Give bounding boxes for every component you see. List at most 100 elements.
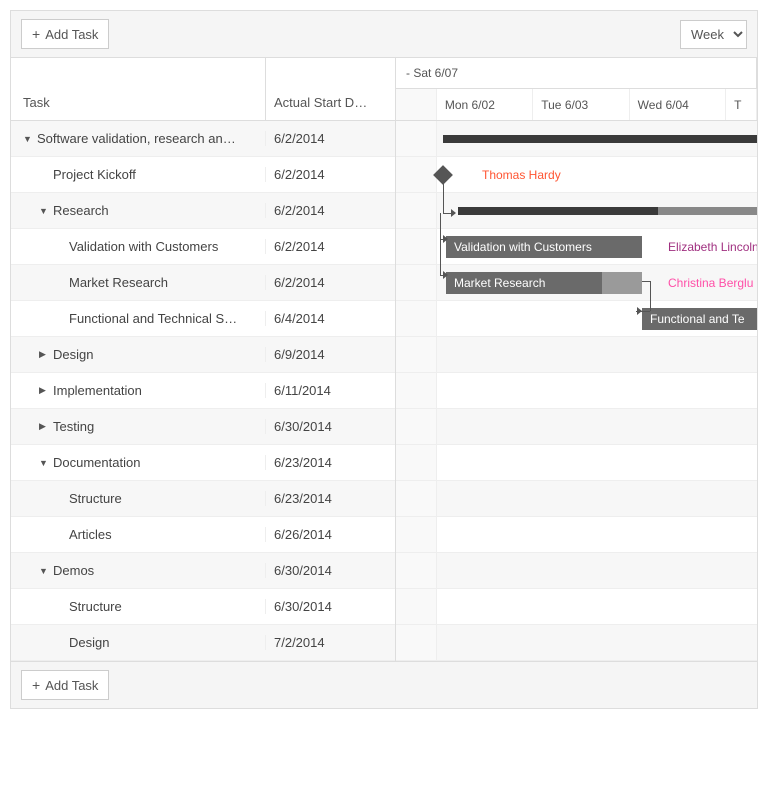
chevron-right-icon[interactable]: ▶: [39, 385, 49, 396]
dependency-line: [443, 173, 444, 213]
task-cell: ▼ Documentation: [11, 455, 266, 470]
task-date: 6/2/2014: [266, 203, 395, 218]
chart-row: [396, 517, 757, 553]
task-name: Structure: [69, 491, 122, 506]
chevron-right-icon[interactable]: ▶: [39, 421, 49, 432]
task-cell: ▼ Demos: [11, 563, 266, 578]
task-date: 6/30/2014: [266, 599, 395, 614]
task-row[interactable]: Design7/2/2014: [11, 625, 395, 661]
task-name: Structure: [69, 599, 122, 614]
task-name: Market Research: [69, 275, 168, 290]
task-name: Design: [53, 347, 93, 362]
chart-row: [396, 625, 757, 661]
task-cell: Structure: [11, 491, 266, 506]
task-cell: ▶Testing: [11, 419, 266, 434]
task-name: Research: [53, 203, 109, 218]
task-cell: Design: [11, 635, 266, 650]
gantt-container: + Add Task Week Task Actual Start D… ▼So…: [0, 0, 770, 798]
summary-bar[interactable]: [443, 135, 757, 143]
chevron-down-icon[interactable]: ▼: [39, 206, 49, 216]
task-row[interactable]: ▼Software validation, research an…6/2/20…: [11, 121, 395, 157]
chart-row: [396, 337, 757, 373]
column-headers: Task Actual Start D…: [11, 58, 395, 121]
task-row[interactable]: Structure 6/30/2014: [11, 589, 395, 625]
task-row[interactable]: ▶ Design 6/9/2014: [11, 337, 395, 373]
task-row[interactable]: ▼Documentation6/23/2014: [11, 445, 395, 481]
weekend-shade: [396, 229, 437, 264]
task-row[interactable]: Project Kickoff6/2/2014: [11, 157, 395, 193]
weekend-shade: [396, 301, 437, 336]
task-name: Design: [69, 635, 109, 650]
dependency-arrow-icon: [637, 307, 642, 315]
task-date: 6/11/2014: [266, 383, 395, 398]
weekend-shade: [396, 157, 437, 192]
chart-row: [396, 409, 757, 445]
column-header-task[interactable]: Task: [11, 58, 266, 120]
task-name: Validation with Customers: [69, 239, 218, 254]
footer: + Add Task: [11, 661, 757, 708]
task-row[interactable]: Validation with Customers6/2/2014: [11, 229, 395, 265]
gantt-body: Task Actual Start D… ▼Software validatio…: [11, 57, 757, 661]
chevron-right-icon[interactable]: ▶: [39, 349, 49, 360]
task-cell: Functional and Technical S…: [11, 311, 266, 326]
chart-row: [396, 553, 757, 589]
weekend-shade: [396, 193, 437, 228]
task-row[interactable]: ▶Testing6/30/2014: [11, 409, 395, 445]
resource-label: Elizabeth Lincoln: [668, 240, 757, 254]
day-header: Tue 6/03: [533, 89, 629, 120]
task-name: Demos: [53, 563, 94, 578]
task-date: 6/2/2014: [266, 275, 395, 290]
task-date: 6/9/2014: [266, 347, 395, 362]
task-bar-label: Validation with Customers: [454, 240, 592, 254]
chart-row: [396, 481, 757, 517]
chevron-down-icon[interactable]: ▼: [39, 458, 49, 468]
chart-rows: Thomas Hardy Validation with Customers Eli…: [396, 121, 757, 661]
chevron-down-icon[interactable]: ▼: [23, 134, 33, 144]
task-cell: ▼Software validation, research an…: [11, 131, 266, 146]
column-header-start-date[interactable]: Actual Start D…: [266, 58, 395, 120]
task-cell: Structure: [11, 599, 266, 614]
task-row[interactable]: ▼ Research 6/2/2014: [11, 193, 395, 229]
gantt-wrapper: + Add Task Week Task Actual Start D… ▼So…: [10, 10, 758, 709]
weekend-shade: [396, 337, 437, 372]
task-cell: ▶ Design: [11, 347, 266, 362]
task-row[interactable]: Market Research 6/2/2014: [11, 265, 395, 301]
task-bar-label: Market Research: [454, 276, 545, 290]
summary-bar[interactable]: [458, 207, 757, 215]
task-bar[interactable]: Functional and Te: [642, 308, 757, 330]
task-bar-label: Functional and Te: [650, 312, 745, 326]
task-row[interactable]: ▶Implementation6/11/2014: [11, 373, 395, 409]
task-bar[interactable]: Validation with Customers: [446, 236, 642, 258]
weekend-shade: [396, 121, 437, 156]
task-cell: Validation with Customers: [11, 239, 266, 254]
task-date: 6/2/2014: [266, 167, 395, 182]
task-name: Articles: [69, 527, 112, 542]
task-row[interactable]: Structure 6/23/2014: [11, 481, 395, 517]
weekend-shade: [396, 517, 437, 552]
task-row[interactable]: Articles6/26/2014: [11, 517, 395, 553]
task-date: 6/2/2014: [266, 131, 395, 146]
day-header: Mon 6/02: [437, 89, 533, 120]
add-task-button[interactable]: + Add Task: [21, 19, 109, 49]
resource-label: Thomas Hardy: [482, 168, 561, 182]
view-select[interactable]: Week: [680, 20, 747, 49]
task-date: 6/23/2014: [266, 491, 395, 506]
task-row[interactable]: ▼Demos6/30/2014: [11, 553, 395, 589]
plus-icon: +: [32, 677, 40, 693]
chart-row: Market Research Christina Berglu: [396, 265, 757, 301]
add-task-button-footer[interactable]: + Add Task: [21, 670, 109, 700]
timeline-header-days: Mon 6/02Tue 6/03Wed 6/04T: [396, 89, 757, 121]
weekend-shade: [396, 589, 437, 624]
chart-row: Functional and Te: [396, 301, 757, 337]
chart-row: Thomas Hardy: [396, 157, 757, 193]
chart-row: [396, 445, 757, 481]
resource-label: Christina Berglu: [668, 276, 753, 290]
task-date: 6/30/2014: [266, 419, 395, 434]
dependency-line: [642, 281, 650, 282]
task-bar[interactable]: Market Research: [446, 272, 642, 294]
chevron-down-icon[interactable]: ▼: [39, 566, 49, 576]
task-row[interactable]: Functional and Technical S…6/4/2014: [11, 301, 395, 337]
task-bar-progress-remaining: [602, 272, 642, 294]
task-cell: Articles: [11, 527, 266, 542]
task-name: Documentation: [53, 455, 140, 470]
